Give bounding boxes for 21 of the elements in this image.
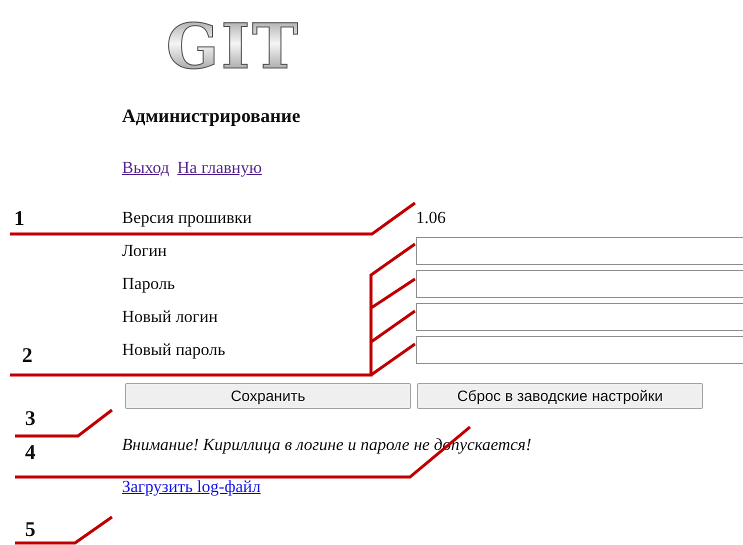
field-label: Новый логин xyxy=(122,306,218,328)
firmware-version: 1.06 xyxy=(416,207,446,229)
callout-number: 4 xyxy=(25,440,36,465)
callout-number: 5 xyxy=(25,517,36,542)
save-button[interactable]: Сохранить xyxy=(125,383,411,409)
page-heading: Администрирование xyxy=(122,106,300,128)
input-field[interactable] xyxy=(416,270,743,298)
field-label: Новый пароль xyxy=(122,339,226,361)
field-label: Пароль xyxy=(122,273,175,295)
callout-number: 2 xyxy=(22,343,32,368)
input-field[interactable] xyxy=(416,237,743,265)
download-link[interactable]: Загрузить log-файл xyxy=(122,477,261,496)
callout-number: 3 xyxy=(25,406,36,431)
field-label: Версия прошивки xyxy=(122,207,252,229)
input-field[interactable] xyxy=(416,303,743,331)
nav-link[interactable]: На главную xyxy=(177,158,262,178)
field-label: Логин xyxy=(122,240,167,262)
callout-number: 1 xyxy=(14,206,24,231)
nav-link[interactable]: Выход xyxy=(122,158,170,178)
input-field[interactable] xyxy=(416,336,743,364)
reset-button[interactable]: Сброс в заводские настройки xyxy=(417,383,703,409)
